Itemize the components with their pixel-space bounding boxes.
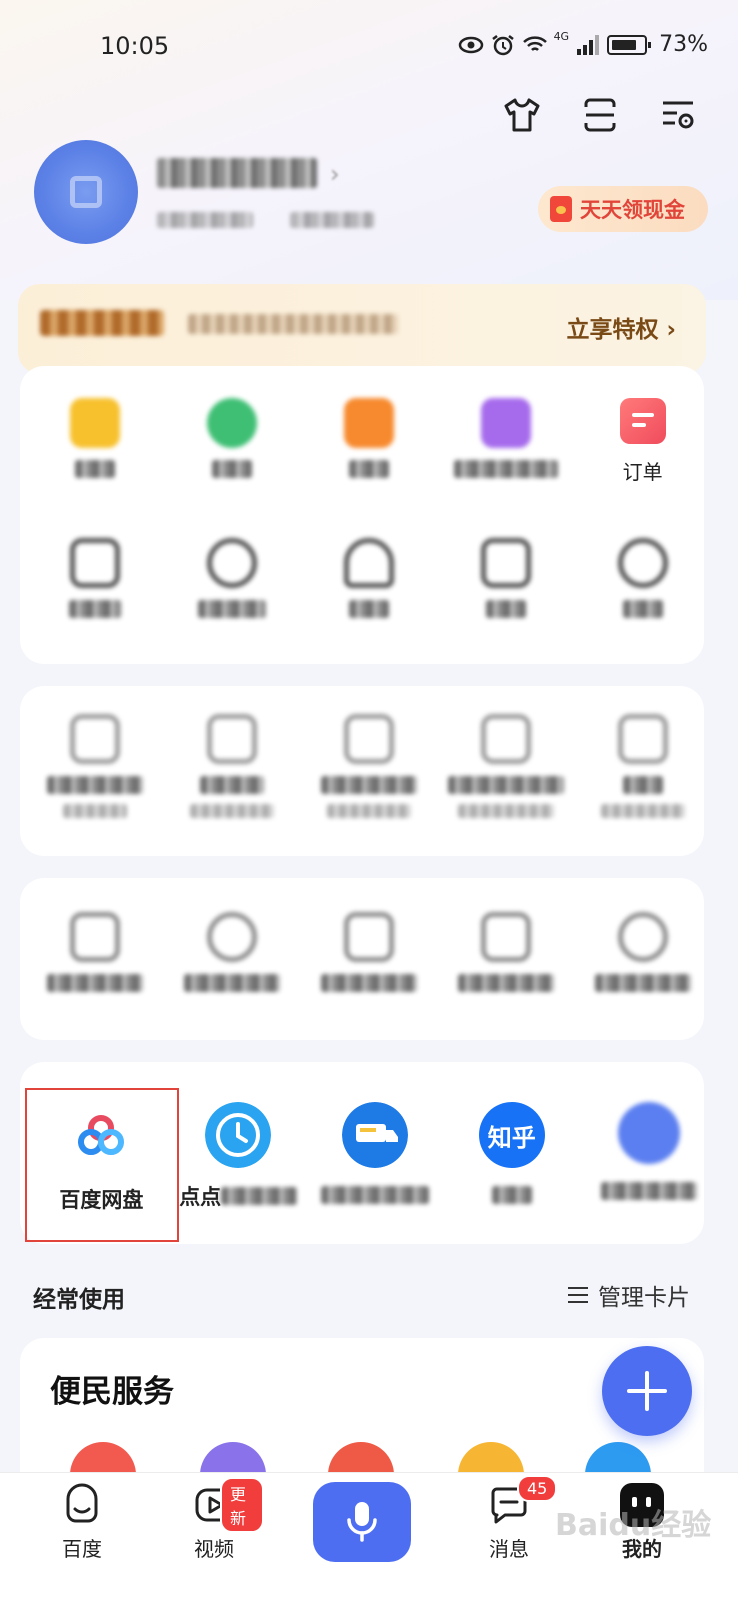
nav-label: 消息 — [489, 1537, 529, 1561]
tool-item[interactable] — [301, 714, 438, 818]
tool-icon — [480, 714, 531, 764]
battery-icon — [607, 34, 652, 55]
nav-label: 百度 — [62, 1537, 102, 1561]
truck-app-icon — [341, 1102, 408, 1168]
voice-search-button[interactable] — [313, 1482, 411, 1562]
user-stat-blurred — [290, 212, 374, 228]
app-item[interactable] — [580, 1102, 717, 1208]
history-icon — [207, 398, 258, 448]
chat-bubble-icon — [617, 538, 668, 588]
services-title: 便民服务 — [50, 1374, 174, 1410]
mic-icon — [347, 1502, 377, 1542]
signal-icon — [577, 34, 600, 55]
frequent-title: 经常使用 — [33, 1287, 125, 1313]
app-item[interactable]: 点点 — [170, 1102, 307, 1209]
avatar[interactable] — [34, 140, 138, 244]
shortcuts-row-1: 订单 — [27, 398, 711, 485]
user-stat-blurred — [157, 212, 253, 228]
watermark: Baidu经验 — [555, 1508, 712, 1543]
battery-level: 73% — [659, 32, 708, 57]
refresh-icon — [207, 538, 258, 588]
service-icon — [207, 912, 258, 962]
update-badge: 更新 — [220, 1477, 264, 1533]
app-item[interactable] — [307, 1102, 444, 1208]
thumbs-up-icon — [480, 538, 531, 588]
status-bar: 10:05 4G 73% — [0, 30, 738, 70]
star-icon — [70, 398, 121, 448]
shortcut-item[interactable] — [27, 538, 164, 618]
service-item[interactable] — [27, 912, 164, 992]
tool-icon — [343, 714, 394, 764]
box-icon — [343, 398, 394, 448]
vip-banner[interactable]: 立享特权 › — [18, 284, 706, 374]
service-icon — [70, 912, 121, 962]
shortcut-item[interactable] — [164, 538, 301, 618]
question-icon — [70, 538, 121, 588]
tshirt-icon[interactable] — [502, 95, 542, 135]
order-icon — [619, 398, 666, 444]
shortcut-item[interactable] — [437, 398, 574, 485]
shortcuts-row-2 — [27, 538, 711, 618]
tool-item[interactable] — [437, 714, 574, 818]
blurred-app-icon — [617, 1102, 680, 1164]
baidu-home-icon — [66, 1483, 98, 1523]
network-type: 4G — [553, 30, 570, 43]
nav-label: 视频 — [194, 1537, 234, 1561]
tool-icon — [207, 714, 258, 764]
header-actions — [502, 95, 698, 135]
manage-cards-button[interactable]: 管理卡片 — [568, 1278, 690, 1312]
tool-icon — [617, 714, 668, 764]
eye-icon — [458, 36, 483, 53]
service-item[interactable] — [574, 912, 711, 992]
folder-icon — [480, 398, 531, 448]
status-time: 10:05 — [100, 32, 170, 60]
shortcut-orders[interactable]: 订单 — [574, 398, 711, 485]
zhihu-icon: 知乎 — [478, 1102, 545, 1168]
add-button[interactable] — [602, 1346, 692, 1436]
shortcut-orders-label: 订单 — [622, 460, 663, 484]
service-icon — [480, 912, 531, 962]
vip-title-blurred — [40, 310, 164, 336]
shortcut-item[interactable] — [437, 538, 574, 618]
tool-item[interactable] — [164, 714, 301, 818]
message-count-badge: 45 — [517, 1475, 558, 1502]
shortcut-item[interactable] — [301, 398, 438, 485]
person-icon — [343, 538, 394, 588]
scan-icon[interactable] — [580, 95, 620, 135]
highlight-box — [25, 1088, 179, 1242]
status-icons: 4G 73% — [458, 30, 708, 57]
vip-cta[interactable]: 立享特权 › — [567, 310, 677, 344]
nav-video[interactable]: 视频 更新 — [164, 1477, 264, 1562]
service-icon — [343, 912, 394, 962]
username-blurred[interactable] — [157, 158, 317, 188]
list-icon — [568, 1287, 588, 1303]
settings-icon[interactable] — [658, 95, 698, 135]
service-item[interactable] — [164, 912, 301, 992]
app-zhihu[interactable]: 知乎 — [443, 1102, 580, 1208]
vip-subtitle-blurred — [188, 314, 398, 334]
red-packet-icon — [550, 196, 572, 222]
tool-item[interactable] — [27, 714, 164, 818]
tool-item[interactable] — [574, 714, 711, 818]
profile-arrow-icon[interactable]: › — [330, 160, 340, 188]
shortcut-item[interactable] — [27, 398, 164, 485]
daily-cash-label: 天天领现金 — [580, 198, 685, 222]
nav-baidu[interactable]: 百度 — [32, 1483, 132, 1562]
tool-icon — [70, 714, 121, 764]
service-icon — [617, 912, 668, 962]
alarm-icon — [491, 34, 514, 55]
nav-messages[interactable]: 消息 45 — [459, 1475, 559, 1562]
shortcut-item[interactable] — [164, 398, 301, 485]
clock-app-icon — [205, 1102, 272, 1168]
manage-cards-label: 管理卡片 — [598, 1285, 690, 1311]
wifi-icon — [522, 35, 547, 51]
shortcut-item[interactable] — [301, 538, 438, 618]
daily-cash-button[interactable]: 天天领现金 — [538, 186, 708, 232]
tools-row — [27, 714, 711, 818]
service-item[interactable] — [437, 912, 574, 992]
service-item[interactable] — [301, 912, 438, 992]
shortcut-item[interactable] — [574, 538, 711, 618]
app-label: 点点 — [179, 1185, 222, 1209]
services-row — [27, 912, 711, 992]
